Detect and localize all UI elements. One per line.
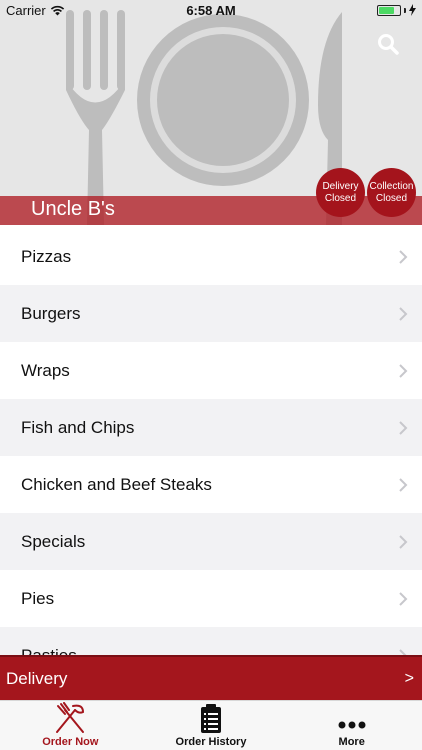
status-right bbox=[377, 4, 416, 16]
tab-order-now[interactable]: Order Now bbox=[0, 701, 141, 750]
battery-level bbox=[379, 6, 394, 14]
menu-category-row[interactable]: Wraps bbox=[0, 342, 422, 399]
restaurant-header: Uncle B's Delivery Closed Collection Clo… bbox=[0, 0, 422, 225]
bolt-icon bbox=[409, 4, 416, 16]
tab-more-label: More bbox=[338, 736, 365, 748]
ellipsis-icon bbox=[338, 721, 366, 729]
chevron-right-icon bbox=[399, 420, 408, 435]
chevron-right-icon bbox=[399, 249, 408, 264]
battery-tip bbox=[404, 7, 406, 13]
status-time: 6:58 AM bbox=[186, 3, 236, 18]
tab-bar: Order Now Order History More bbox=[0, 700, 422, 750]
menu-category-label: Pies bbox=[21, 588, 55, 608]
status-bar: Carrier 6:58 AM bbox=[0, 0, 422, 22]
menu-category-row[interactable]: Pies bbox=[0, 570, 422, 627]
menu-category-row[interactable]: Pasties bbox=[0, 627, 422, 655]
collection-badge-line1: Collection bbox=[369, 180, 414, 192]
menu-category-row[interactable]: Burgers bbox=[0, 285, 422, 342]
chevron-right-icon bbox=[399, 363, 408, 378]
menu-category-label: Fish and Chips bbox=[21, 417, 135, 437]
delivery-arrow-icon: > bbox=[404, 669, 414, 687]
chevron-right-icon bbox=[399, 648, 407, 655]
delivery-mode-bar[interactable]: Delivery > bbox=[0, 655, 422, 700]
delivery-badge-line1: Delivery bbox=[322, 180, 359, 192]
menu-category-label: Specials bbox=[21, 531, 86, 551]
chevron-right-icon bbox=[399, 477, 408, 492]
tab-more[interactable]: More bbox=[281, 701, 422, 750]
restaurant-name: Uncle B's bbox=[31, 198, 115, 220]
menu-category-label: Chicken and Beef Steaks bbox=[21, 474, 212, 494]
menu-category-label: Wraps bbox=[21, 360, 70, 380]
chevron-right-icon bbox=[399, 534, 408, 549]
tab-order-history-label: Order History bbox=[175, 736, 247, 748]
delivery-mode-label: Delivery bbox=[6, 668, 68, 688]
menu-category-label: Burgers bbox=[21, 303, 81, 323]
battery-icon bbox=[377, 4, 401, 16]
menu-category-label: Pasties bbox=[21, 645, 77, 656]
collection-status-badge: Collection Closed bbox=[367, 168, 416, 217]
chevron-right-icon bbox=[399, 306, 408, 321]
tab-order-history[interactable]: Order History bbox=[141, 701, 282, 750]
delivery-badge-line2: Closed bbox=[324, 192, 357, 204]
tab-order-now-label: Order Now bbox=[42, 736, 99, 748]
delivery-status-badge: Delivery Closed bbox=[316, 168, 365, 217]
chevron-right-icon bbox=[399, 591, 408, 606]
fork-knife-icon bbox=[56, 702, 85, 733]
search-icon bbox=[378, 34, 399, 55]
menu-category-label: Pizzas bbox=[21, 246, 72, 266]
menu-category-list[interactable]: Pizzas Burgers Wraps Fish and Chips Chicken … bbox=[0, 228, 422, 655]
menu-category-row[interactable]: Fish and Chips bbox=[0, 399, 422, 456]
menu-category-row[interactable]: Pizzas bbox=[0, 228, 422, 285]
clipboard-icon bbox=[201, 704, 221, 733]
search-button[interactable] bbox=[376, 32, 400, 56]
menu-category-row[interactable]: Chicken and Beef Steaks bbox=[0, 456, 422, 513]
collection-badge-line2: Closed bbox=[375, 192, 408, 204]
menu-category-row[interactable]: Specials bbox=[0, 513, 422, 570]
